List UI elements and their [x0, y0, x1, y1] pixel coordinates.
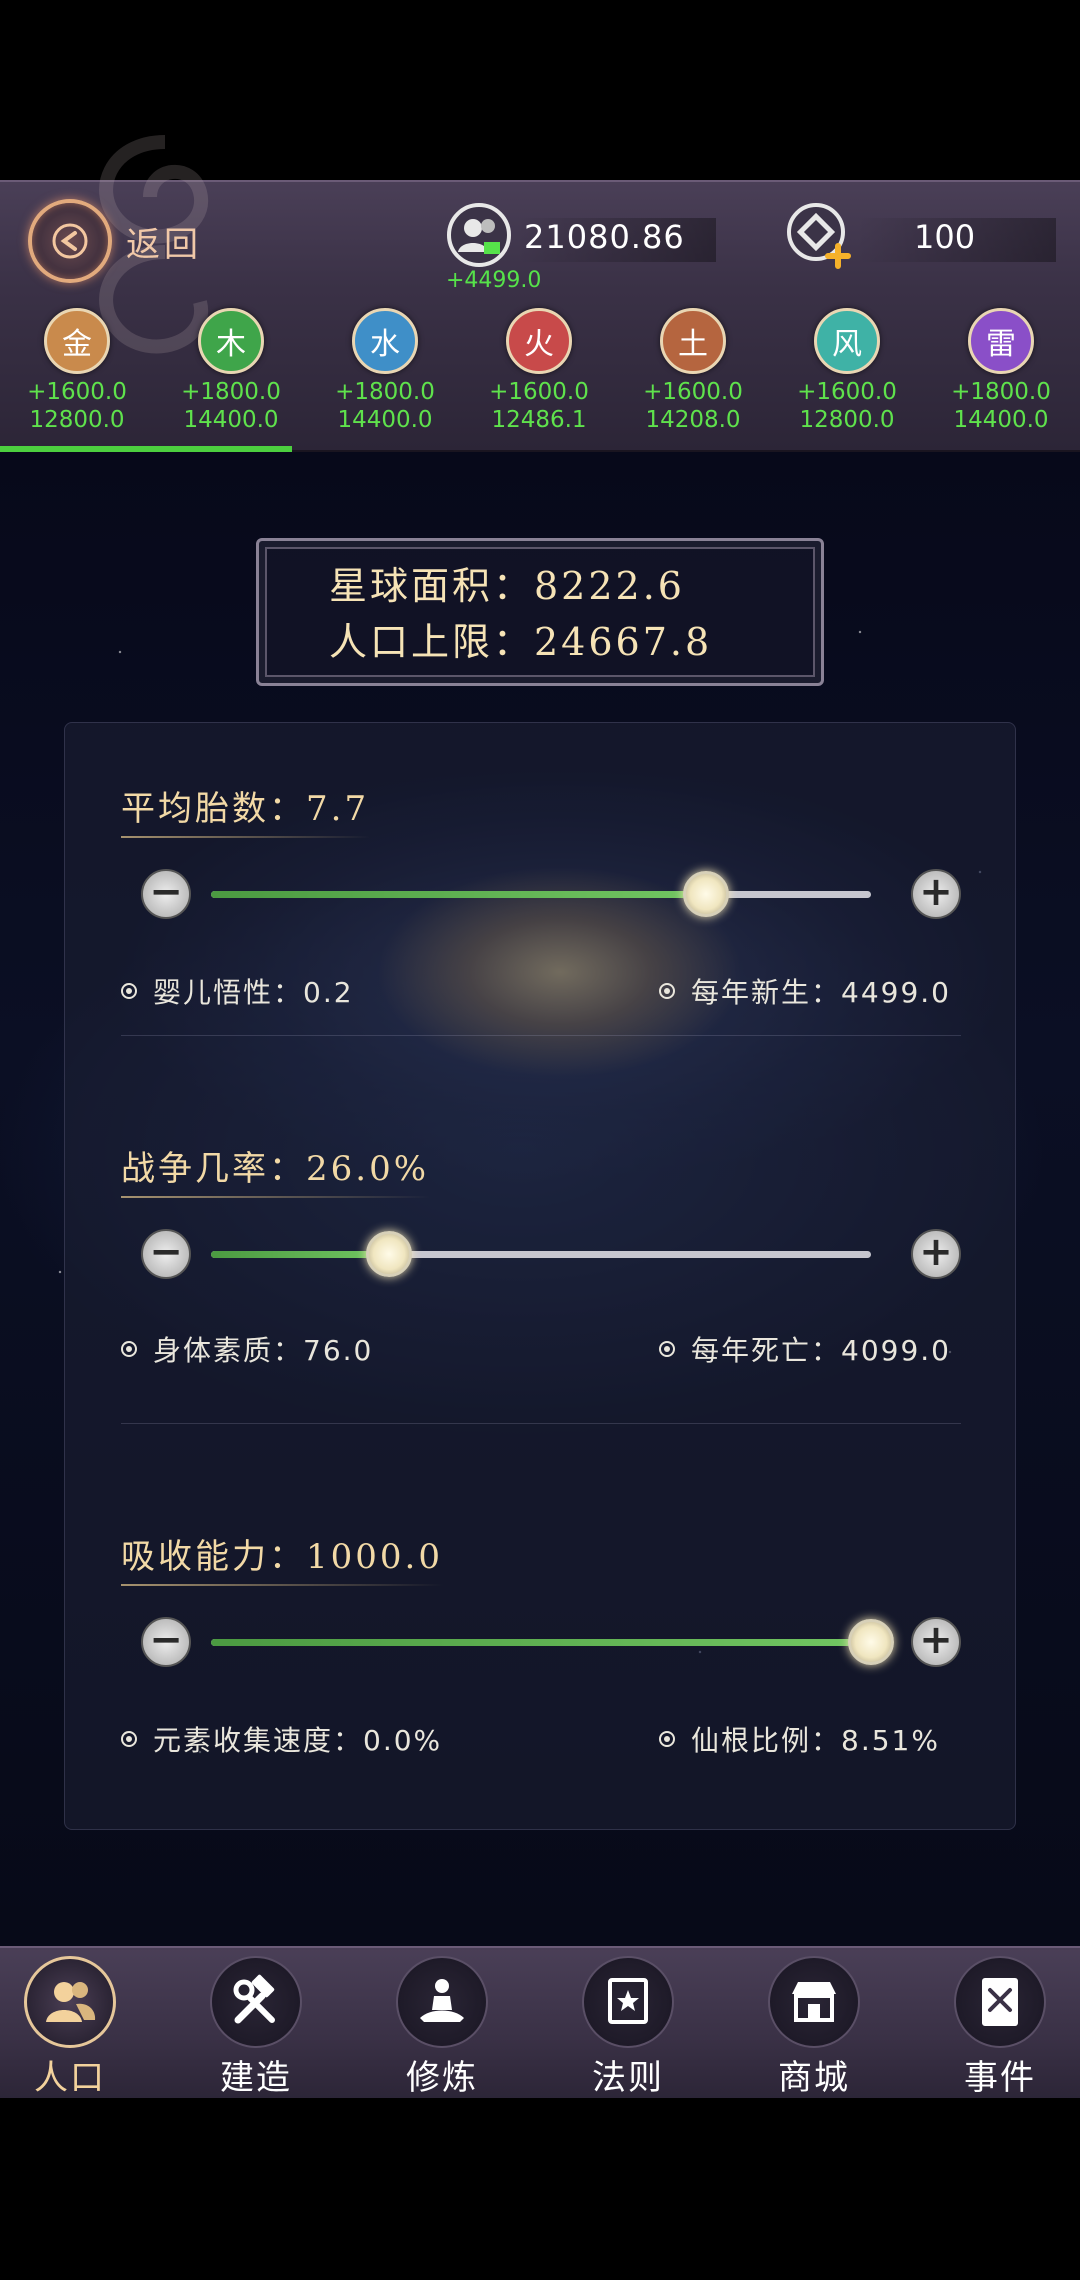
- element-wind[interactable]: 风 +1600.0 12800.0: [770, 308, 924, 434]
- element-total: 14208.0: [645, 407, 741, 433]
- element-bar: 金 +1600.0 12800.0 木 +1800.0 14400.0 水 +1…: [0, 308, 1080, 438]
- element-wood[interactable]: 木 +1800.0 14400.0: [154, 308, 308, 434]
- stat-yearly-deaths: 每年死亡：4099.0: [659, 1329, 951, 1369]
- element-fire[interactable]: 火 +1600.0 12486.1: [462, 308, 616, 434]
- nav-shop[interactable]: 商城: [744, 1956, 884, 2099]
- element-gain: +1600.0: [643, 379, 743, 405]
- planet-info-box: 星球面积：8222.6 人口上限：24667.8: [256, 538, 824, 686]
- fertility-minus-button[interactable]: −: [141, 869, 191, 919]
- build-icon: [210, 1956, 302, 2048]
- slider-knob[interactable]: [848, 1619, 894, 1665]
- back-button[interactable]: 返回: [28, 196, 228, 286]
- absorb-slider[interactable]: − +: [141, 1611, 961, 1671]
- back-icon: [28, 199, 112, 283]
- fertility-slider[interactable]: − +: [141, 863, 961, 923]
- gold-element-icon: 金: [44, 308, 110, 374]
- gem-plus-icon: [787, 203, 851, 269]
- gem-resource[interactable]: 100: [786, 196, 1056, 286]
- stat-element-collect-speed: 元素收集速度：0.0%: [121, 1719, 442, 1759]
- bullet-icon: [659, 1341, 675, 1357]
- fertility-title: 平均胎数：7.7: [121, 781, 370, 838]
- element-total: 12800.0: [799, 407, 895, 433]
- slider-track[interactable]: [211, 871, 871, 917]
- bullet-icon: [659, 983, 675, 999]
- population-resource: 21080.86 +4499.0: [446, 196, 716, 293]
- element-gain: +1600.0: [797, 379, 897, 405]
- slider-track[interactable]: [211, 1231, 871, 1277]
- law-icon: [582, 1956, 674, 2048]
- element-total: 12800.0: [29, 407, 125, 433]
- war-title: 战争几率：26.0%: [121, 1141, 430, 1198]
- game-screen: 返回 21080.86 +4499.0 100 金 +1600.0 12800.…: [0, 0, 1080, 2280]
- element-thunder[interactable]: 雷 +1800.0 14400.0: [924, 308, 1078, 434]
- bullet-icon: [121, 1341, 137, 1357]
- nav-event[interactable]: 事件: [930, 1956, 1070, 2099]
- population-icon: [24, 1956, 116, 2048]
- war-minus-button[interactable]: −: [141, 1229, 191, 1279]
- element-gain: +1600.0: [27, 379, 127, 405]
- nav-law[interactable]: 法则: [558, 1956, 698, 2099]
- fire-element-icon: 火: [506, 308, 572, 374]
- bottom-navigation: 人口 建造 修炼 法则 商城 事件: [0, 1946, 1080, 2098]
- war-slider[interactable]: − +: [141, 1223, 961, 1283]
- stat-yearly-births: 每年新生：4499.0: [659, 971, 951, 1011]
- war-plus-button[interactable]: +: [911, 1229, 961, 1279]
- stat-infant-aptitude: 婴儿悟性：0.2: [121, 971, 354, 1011]
- element-gain: +1600.0: [489, 379, 589, 405]
- element-gain: +1800.0: [951, 379, 1051, 405]
- nav-build[interactable]: 建造: [186, 1956, 326, 2099]
- element-gold[interactable]: 金 +1600.0 12800.0: [0, 308, 154, 434]
- water-element-icon: 水: [352, 308, 418, 374]
- bullet-icon: [659, 1731, 675, 1747]
- wind-element-icon: 风: [814, 308, 880, 374]
- population-icon: [447, 203, 511, 267]
- population-limit: 人口上限：24667.8: [329, 620, 713, 664]
- stat-immortal-root-ratio: 仙根比例：8.51%: [659, 1719, 940, 1759]
- absorb-minus-button[interactable]: −: [141, 1617, 191, 1667]
- slider-knob[interactable]: [683, 871, 729, 917]
- earth-element-icon: 土: [660, 308, 726, 374]
- element-total: 14400.0: [337, 407, 433, 433]
- bullet-icon: [121, 1731, 137, 1747]
- shop-icon: [768, 1956, 860, 2048]
- slider-knob[interactable]: [366, 1231, 413, 1277]
- meditate-icon: [396, 1956, 488, 2048]
- fertility-plus-button[interactable]: +: [911, 869, 961, 919]
- top-header: 返回 21080.86 +4499.0 100 金 +1600.0 12800.…: [0, 135, 1080, 452]
- absorb-plus-button[interactable]: +: [911, 1617, 961, 1667]
- bullet-icon: [121, 983, 137, 999]
- element-gain: +1800.0: [181, 379, 281, 405]
- planet-area: 星球面积：8222.6: [329, 564, 685, 608]
- element-water[interactable]: 水 +1800.0 14400.0: [308, 308, 462, 434]
- slider-fill: [211, 1251, 390, 1258]
- element-total: 12486.1: [491, 407, 587, 433]
- absorb-title: 吸收能力：1000.0: [121, 1529, 443, 1586]
- thunder-element-icon: 雷: [968, 308, 1034, 374]
- population-delta: +4499.0: [446, 268, 542, 293]
- element-gain: +1800.0: [335, 379, 435, 405]
- nav-cultivate[interactable]: 修炼: [372, 1956, 512, 2099]
- wood-element-icon: 木: [198, 308, 264, 374]
- stat-physique: 身体素质：76.0: [121, 1329, 373, 1369]
- element-total: 14400.0: [183, 407, 279, 433]
- slider-track[interactable]: [211, 1619, 894, 1665]
- event-icon: [954, 1956, 1046, 2048]
- population-control-panel: 平均胎数：7.7 − + 婴儿悟性：0.2 每年新生：4499.0 战争几率：2…: [64, 722, 1016, 1830]
- nav-population[interactable]: 人口: [0, 1956, 140, 2099]
- slider-fill: [211, 891, 706, 898]
- population-value: 21080.86: [524, 218, 685, 256]
- element-earth[interactable]: 土 +1600.0 14208.0: [616, 308, 770, 434]
- back-label: 返回: [126, 224, 202, 265]
- element-total: 14400.0: [953, 407, 1049, 433]
- slider-fill: [211, 1639, 871, 1646]
- gem-value: 100: [914, 218, 976, 256]
